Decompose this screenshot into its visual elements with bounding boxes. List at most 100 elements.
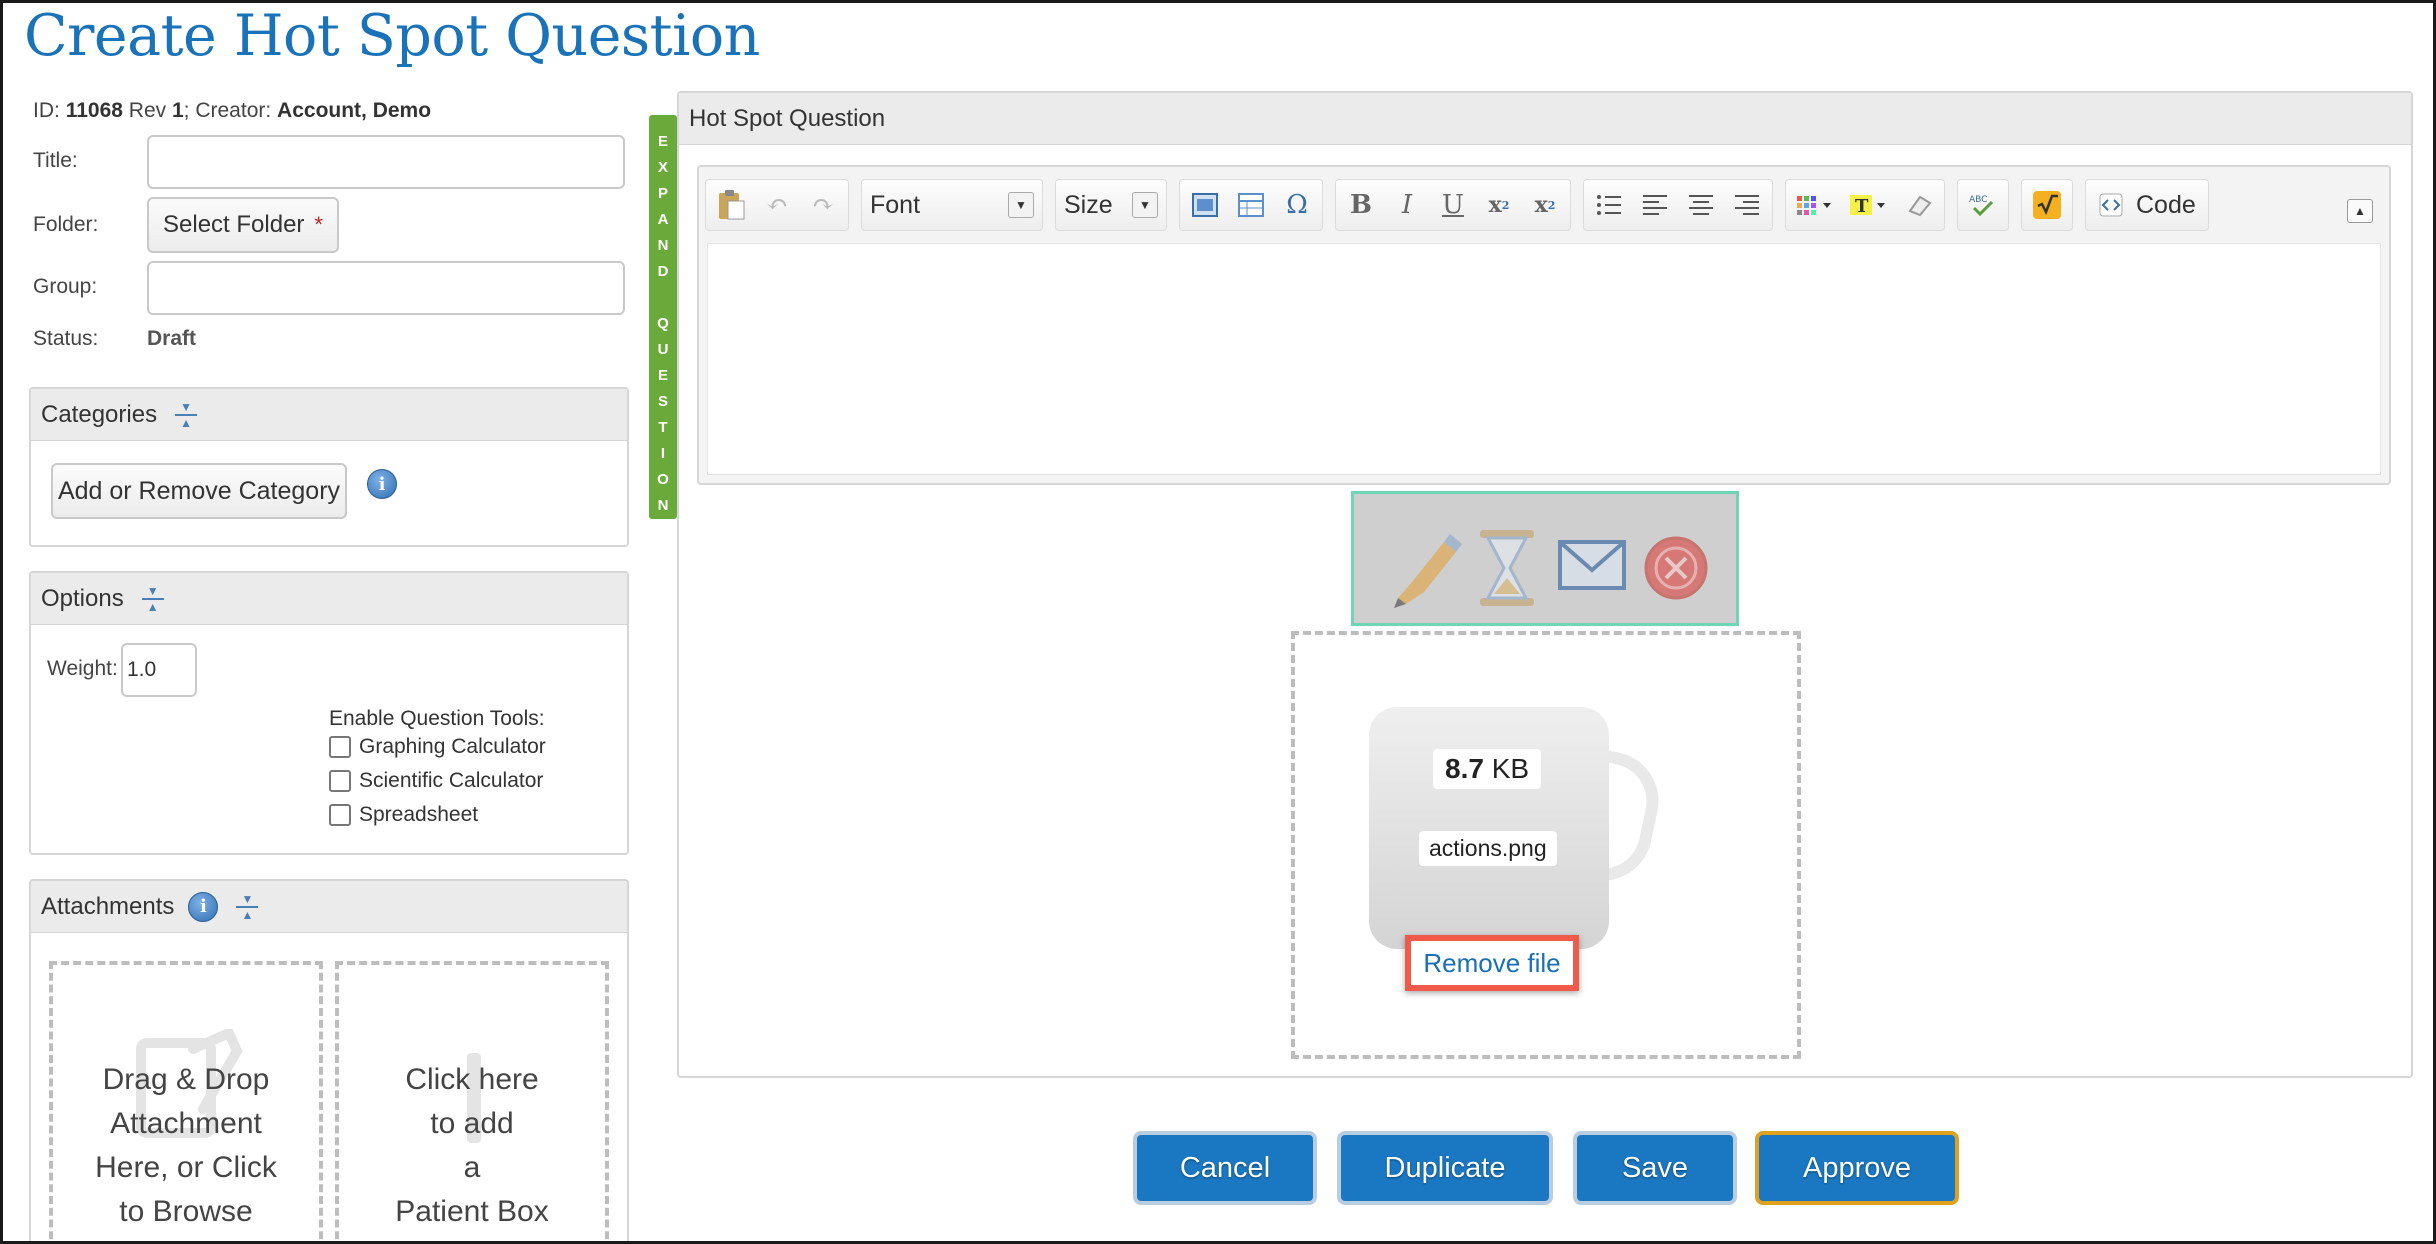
collapse-icon[interactable]: ▼ ▲ — [234, 893, 260, 921]
group-label: Group: — [33, 275, 98, 298]
toolbar-group-format: B I U x2 x2 — [1335, 179, 1571, 231]
collapse-toolbar-icon[interactable]: ▲ — [2347, 199, 2373, 223]
tab-letter: U — [657, 341, 669, 358]
creator-value: Account, Demo — [277, 99, 432, 122]
save-button[interactable]: Save — [1573, 1131, 1737, 1205]
file-name: actions.png — [1419, 831, 1557, 866]
hotspot-image-area — [677, 491, 1739, 626]
table-icon[interactable] — [1234, 188, 1268, 222]
image-icon[interactable] — [1188, 188, 1222, 222]
question-meta: ID: 11068 Rev 1; Creator: Account, Demo — [33, 99, 431, 123]
redo-icon[interactable]: ↷ — [806, 188, 840, 222]
file-size-number: 8.7 — [1445, 753, 1484, 784]
toolbar-group-spellcheck: ABC — [1957, 179, 2009, 231]
select-folder-button[interactable]: Select Folder * — [147, 197, 339, 253]
checkbox[interactable] — [329, 770, 351, 792]
approve-button[interactable]: Approve — [1755, 1131, 1959, 1205]
tab-letter: T — [658, 419, 668, 436]
superscript-icon[interactable]: x2 — [1528, 188, 1562, 222]
patient-line: Patient Box — [395, 1195, 549, 1228]
tool-graphing-calculator[interactable]: Graphing Calculator — [329, 735, 546, 759]
italic-icon[interactable]: I — [1390, 188, 1424, 222]
tab-letter: A — [657, 211, 669, 228]
hotspot-image[interactable] — [1351, 491, 1739, 626]
image-contents — [1354, 494, 1736, 623]
font-select[interactable]: Font ▼ — [861, 179, 1043, 231]
rev-label: Rev — [128, 99, 167, 122]
title-label: Title: — [33, 149, 78, 172]
weight-input[interactable] — [121, 643, 197, 697]
folder-label: Folder: — [33, 213, 99, 236]
subscript-icon[interactable]: x2 — [1482, 188, 1516, 222]
creator-label: ; Creator: — [183, 99, 272, 122]
options-header: Options ▼ ▲ — [31, 573, 627, 625]
required-mark: * — [314, 212, 323, 237]
tab-letter: I — [660, 445, 666, 462]
id-label: ID: — [33, 99, 60, 122]
paste-icon[interactable] — [714, 188, 748, 222]
editor-content-area[interactable] — [707, 243, 2381, 475]
id-value: 11068 — [65, 99, 123, 122]
tool-scientific-calculator[interactable]: Scientific Calculator — [329, 769, 543, 793]
underline-icon[interactable]: U — [1436, 188, 1470, 222]
status-value: Draft — [147, 327, 197, 350]
info-icon[interactable]: i — [188, 891, 219, 922]
remove-file-link[interactable]: Remove file — [1405, 935, 1579, 991]
tab-letter: D — [657, 263, 669, 280]
patient-box-zone[interactable]: Click here to add a Patient Box — [335, 961, 609, 1241]
drop-line: Attachment — [110, 1107, 262, 1140]
checkbox[interactable] — [329, 736, 351, 758]
add-remove-category-button[interactable]: Add or Remove Category — [51, 463, 347, 519]
code-icon — [2099, 193, 2123, 217]
undo-icon[interactable]: ↶ — [760, 188, 794, 222]
tab-letter: S — [657, 393, 668, 410]
align-center-icon[interactable] — [1684, 188, 1718, 222]
text-color-icon[interactable] — [1794, 188, 1836, 222]
collapse-icon[interactable]: ▼ ▲ — [173, 401, 199, 429]
eraser-icon[interactable] — [1902, 188, 1936, 222]
toolbar-group-color: T — [1785, 179, 1945, 231]
file-upload-zone[interactable]: 8.7 KB actions.png Remove file — [1291, 631, 1801, 1059]
tab-letter: N — [657, 497, 669, 514]
tab-letter: E — [657, 367, 668, 384]
highlight-color-icon[interactable]: T — [1848, 188, 1890, 222]
patient-line: to add — [430, 1107, 514, 1140]
file-preview-card: 8.7 KB actions.png — [1369, 707, 1609, 949]
bold-icon[interactable]: B — [1344, 188, 1378, 222]
size-select[interactable]: Size ▼ — [1055, 179, 1167, 231]
categories-title: Categories — [41, 400, 158, 428]
spellcheck-icon[interactable]: ABC — [1966, 188, 2000, 222]
file-size: 8.7 KB — [1433, 749, 1542, 789]
code-button[interactable]: Code — [2085, 179, 2209, 231]
group-input[interactable] — [147, 261, 625, 315]
tab-letter: N — [657, 237, 669, 254]
toolbar-group-paragraph — [1583, 179, 1773, 231]
bullet-list-icon[interactable] — [1592, 188, 1626, 222]
special-character-icon[interactable]: Ω — [1280, 188, 1314, 222]
tab-letter: E — [657, 133, 668, 150]
checkbox[interactable] — [329, 804, 351, 826]
rich-text-editor: ↶ ↷ Font ▼ Size ▼ Ω B I U x 2 x 2 T ABC … — [697, 165, 2391, 485]
cancel-button[interactable]: Cancel — [1133, 1131, 1317, 1205]
align-left-icon[interactable] — [1638, 188, 1672, 222]
code-label: Code — [2136, 190, 2196, 219]
size-select-label: Size — [1064, 190, 1113, 219]
question-header: Hot Spot Question — [679, 93, 2411, 145]
attachments-header: Attachments i ▼ ▲ — [31, 881, 627, 933]
tool-spreadsheet[interactable]: Spreadsheet — [329, 803, 478, 827]
align-right-icon[interactable] — [1730, 188, 1764, 222]
font-select-label: Font — [870, 190, 921, 219]
chevron-down-icon: ▼ — [1132, 192, 1158, 218]
duplicate-button[interactable]: Duplicate — [1337, 1131, 1553, 1205]
toolbar-group-clipboard: ↶ ↷ — [705, 179, 849, 231]
expand-question-tab[interactable]: E X P A N D Q U E S T I O N — [649, 115, 677, 519]
math-equation-icon[interactable] — [2030, 188, 2064, 222]
drop-zone-text: Drag & Drop Attachment Here, or Click to… — [95, 1058, 277, 1234]
title-input[interactable] — [147, 135, 625, 189]
attachment-drop-zone[interactable]: Drag & Drop Attachment Here, or Click to… — [49, 961, 323, 1241]
drop-line: to Browse — [119, 1195, 253, 1228]
patient-box-text: Click here to add a Patient Box — [395, 1058, 548, 1234]
collapse-icon[interactable]: ▼ ▲ — [140, 585, 166, 613]
info-icon[interactable]: i — [367, 469, 397, 499]
tab-letter: Q — [657, 315, 669, 332]
